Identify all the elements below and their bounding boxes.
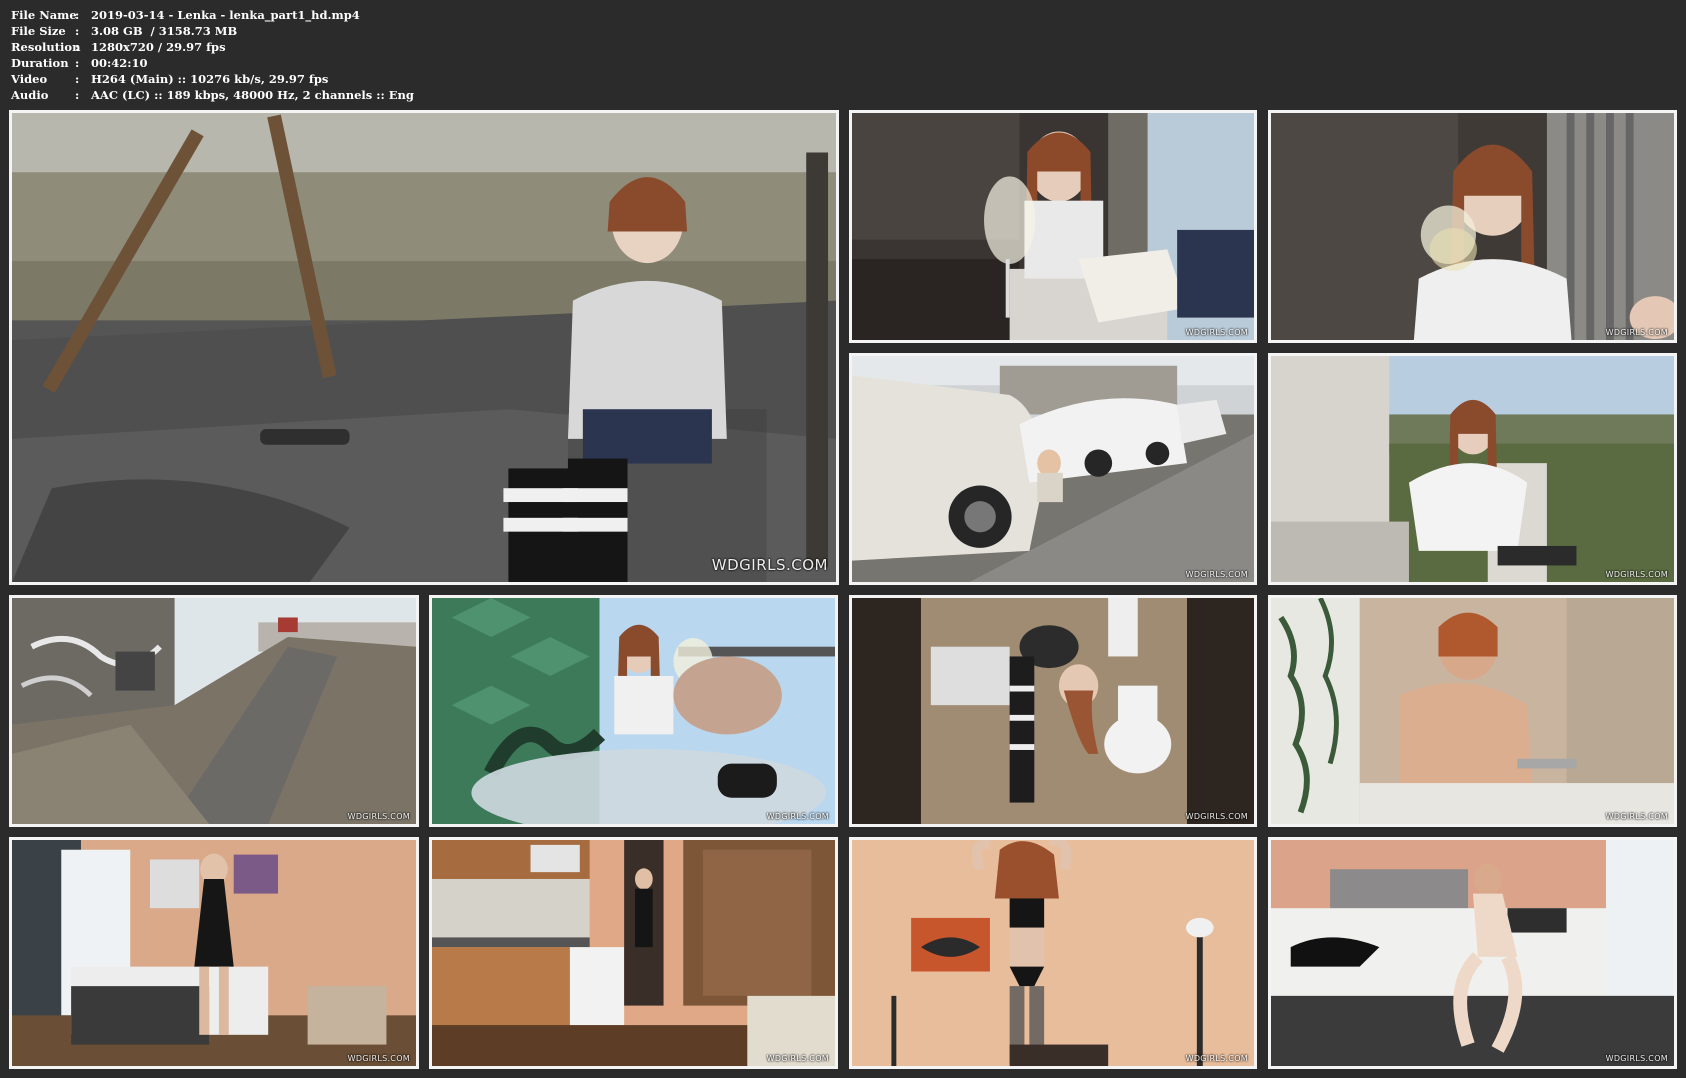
file-info-header: File Name : 2019-03-14 - Lenka - lenka_p… — [11, 7, 414, 103]
info-value: AAC (LC) :: 189 kbps, 48000 Hz, 2 channe… — [91, 88, 414, 102]
info-value: 1280x720 / 29.97 fps — [91, 40, 226, 54]
thumbnail-playground-swing[interactable]: WDGIRLS.COM — [9, 110, 839, 585]
thumbnail-bath-shower[interactable]: WDGIRLS.COM — [1268, 595, 1677, 827]
watermark: WDGIRLS.COM — [1605, 328, 1668, 337]
watermark: WDGIRLS.COM — [1185, 1054, 1248, 1063]
watermark: WDGIRLS.COM — [1185, 570, 1248, 579]
scene-image — [852, 598, 1254, 824]
thumbnail-bathroom-toilet[interactable]: WDGIRLS.COM — [849, 595, 1257, 827]
thumbnail-room-dancing[interactable]: WDGIRLS.COM — [849, 837, 1257, 1069]
scene-image — [12, 113, 836, 582]
thumbnail-apartment-kitchen[interactable]: WDGIRLS.COM — [429, 837, 838, 1069]
info-row-file-size: File Size : 3.08 GB / 3158.73 MB — [11, 23, 414, 39]
watermark: WDGIRLS.COM — [347, 1054, 410, 1063]
watermark: WDGIRLS.COM — [1185, 328, 1248, 337]
info-value: 3.08 GB / 3158.73 MB — [91, 24, 238, 38]
scene-image — [852, 356, 1254, 582]
watermark: WDGIRLS.COM — [1185, 812, 1248, 821]
thumbnail-cafe-drinking-wine[interactable]: WDGIRLS.COM — [1268, 110, 1677, 343]
info-separator: : — [75, 8, 80, 22]
scene-image — [432, 598, 835, 824]
info-label: Resolution — [11, 40, 81, 54]
watermark: WDGIRLS.COM — [1605, 1054, 1668, 1063]
watermark: WDGIRLS.COM — [1605, 570, 1668, 579]
info-value: 00:42:10 — [91, 56, 148, 70]
scene-image — [852, 113, 1254, 340]
watermark: WDGIRLS.COM — [711, 556, 828, 574]
scene-image — [1271, 598, 1674, 824]
thumbnail-balcony-wine-toast[interactable]: WDGIRLS.COM — [429, 595, 838, 827]
scene-image — [12, 598, 416, 824]
watermark: WDGIRLS.COM — [766, 812, 829, 821]
info-separator: : — [75, 72, 80, 86]
thumbnail-graffiti-path[interactable]: WDGIRLS.COM — [9, 595, 419, 827]
info-label: File Size — [11, 24, 66, 38]
info-row-duration: Duration : 00:42:10 — [11, 55, 414, 71]
info-label: Audio — [11, 88, 49, 102]
info-separator: : — [75, 88, 80, 102]
info-separator: : — [75, 56, 80, 70]
thumbnail-street-parked-cars[interactable]: WDGIRLS.COM — [849, 353, 1257, 585]
info-value: H264 (Main) :: 10276 kb/s, 29.97 fps — [91, 72, 329, 86]
scene-image — [12, 840, 416, 1066]
info-label: File Name — [11, 8, 77, 22]
watermark: WDGIRLS.COM — [766, 1054, 829, 1063]
scene-image — [1271, 113, 1674, 340]
thumbnail-cafe-reading-menu[interactable]: WDGIRLS.COM — [849, 110, 1257, 343]
scene-image — [432, 840, 835, 1066]
watermark: WDGIRLS.COM — [1605, 812, 1668, 821]
info-value: 2019-03-14 - Lenka - lenka_part1_hd.mp4 — [91, 8, 360, 22]
info-label: Video — [11, 72, 48, 86]
scene-image — [1271, 356, 1674, 582]
info-row-audio: Audio : AAC (LC) :: 189 kbps, 48000 Hz, … — [11, 87, 414, 103]
info-row-video: Video : H264 (Main) :: 10276 kb/s, 29.97… — [11, 71, 414, 87]
thumbnail-bedroom-undressing[interactable]: WDGIRLS.COM — [9, 837, 419, 1069]
info-separator: : — [75, 40, 80, 54]
scene-image — [852, 840, 1254, 1066]
scene-image — [1271, 840, 1674, 1066]
thumbnail-park-sitting-wall[interactable]: WDGIRLS.COM — [1268, 353, 1677, 585]
info-row-file-name: File Name : 2019-03-14 - Lenka - lenka_p… — [11, 7, 414, 23]
info-label: Duration — [11, 56, 69, 70]
info-row-resolution: Resolution : 1280x720 / 29.97 fps — [11, 39, 414, 55]
thumbnail-bed-lying[interactable]: WDGIRLS.COM — [1268, 837, 1677, 1069]
watermark: WDGIRLS.COM — [347, 812, 410, 821]
info-separator: : — [75, 24, 80, 38]
